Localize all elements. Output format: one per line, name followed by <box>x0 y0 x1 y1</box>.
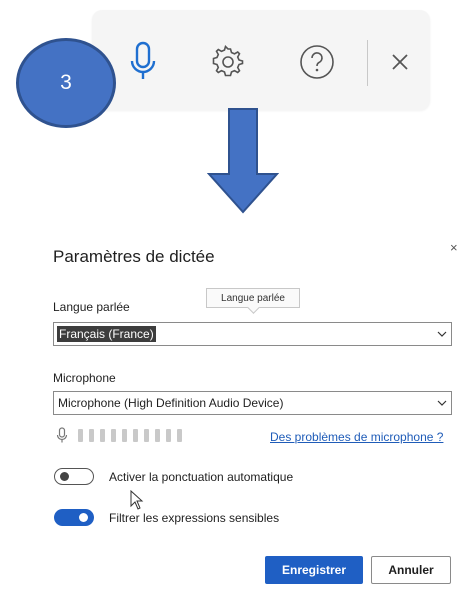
level-bar <box>155 429 160 442</box>
dictation-toolbar <box>92 10 430 110</box>
microphone-level-meter <box>56 427 188 444</box>
spoken-language-label: Langue parlée <box>53 300 130 314</box>
level-bar <box>78 429 83 442</box>
level-bar <box>122 429 127 442</box>
mouse-cursor-icon <box>130 490 144 510</box>
dialog-title: Paramètres de dictée <box>53 247 215 266</box>
small-microphone-icon <box>56 427 68 443</box>
level-bar <box>111 429 116 442</box>
level-bar <box>100 429 105 442</box>
spoken-language-value: Français (France) <box>57 326 156 342</box>
gear-icon[interactable] <box>210 42 246 82</box>
level-bar <box>177 429 182 442</box>
auto-punctuation-label: Activer la ponctuation automatique <box>109 470 294 484</box>
cancel-button[interactable]: Annuler <box>371 556 451 584</box>
microphone-value: Microphone (High Definition Audio Device… <box>58 396 284 410</box>
toggle-knob <box>79 513 88 522</box>
level-bar <box>133 429 138 442</box>
level-bar <box>166 429 171 442</box>
chevron-down-icon <box>437 331 447 337</box>
microphone-label: Microphone <box>53 371 116 385</box>
chevron-down-icon <box>437 400 447 406</box>
level-bar <box>89 429 94 442</box>
filter-sensitive-toggle[interactable] <box>54 509 94 526</box>
down-arrow-icon <box>207 108 279 214</box>
spoken-language-select[interactable]: Français (France) <box>53 322 452 346</box>
microphone-select[interactable]: Microphone (High Definition Audio Device… <box>53 391 452 415</box>
microphone-troubleshoot-link[interactable]: Des problèmes de microphone ? <box>270 430 443 444</box>
close-icon[interactable] <box>382 42 418 82</box>
spoken-language-tooltip: Langue parlée <box>206 288 300 308</box>
toggle-knob <box>60 472 69 481</box>
auto-punctuation-toggle[interactable] <box>54 468 94 485</box>
filter-sensitive-label: Filtrer les expressions sensibles <box>109 511 280 525</box>
save-button[interactable]: Enregistrer <box>265 556 363 584</box>
step-badge: 3 <box>16 38 116 128</box>
toolbar-divider <box>367 40 368 86</box>
microphone-icon[interactable] <box>125 41 161 82</box>
level-bars <box>78 429 188 442</box>
help-icon[interactable] <box>299 42 335 82</box>
level-bar <box>144 429 149 442</box>
dialog-close-button[interactable]: × <box>450 240 458 255</box>
